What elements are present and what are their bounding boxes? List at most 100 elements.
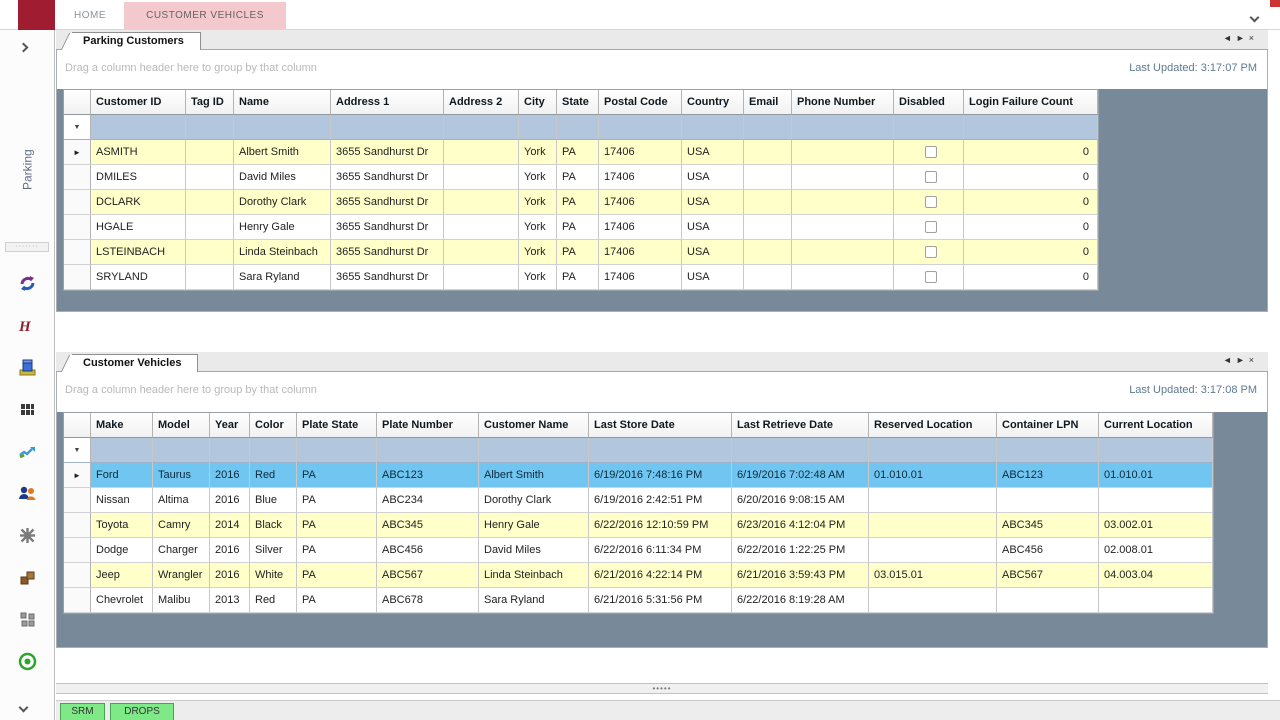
- grid-cell-container-lpn[interactable]: [997, 588, 1099, 613]
- column-header-address-1[interactable]: Address 1: [331, 90, 444, 115]
- grid-cell-country[interactable]: USA: [682, 165, 744, 190]
- grid-cell-tag-id[interactable]: [186, 265, 234, 290]
- disabled-checkbox[interactable]: [925, 271, 937, 283]
- column-header-email[interactable]: Email: [744, 90, 792, 115]
- filter-cell-tag-id[interactable]: [186, 115, 234, 140]
- grid-cell-state[interactable]: PA: [557, 190, 599, 215]
- grid-cell-last-store-date[interactable]: 6/21/2016 5:31:56 PM: [589, 588, 732, 613]
- grid-cell-address-1[interactable]: 3655 Sandhurst Dr: [331, 240, 444, 265]
- grid-cell-email[interactable]: [744, 215, 792, 240]
- grid-cell-email[interactable]: [744, 165, 792, 190]
- grid-cell-city[interactable]: York: [519, 265, 557, 290]
- grid-cell-plate-state[interactable]: PA: [297, 463, 377, 488]
- column-header-model[interactable]: Model: [153, 413, 210, 438]
- next-icon[interactable]: ►: [1236, 355, 1249, 365]
- grid-cell-name[interactable]: Albert Smith: [234, 140, 331, 165]
- sidebar-title[interactable]: Parking: [0, 110, 55, 230]
- grid-cell-container-lpn[interactable]: ABC345: [997, 513, 1099, 538]
- hotel-icon[interactable]: H: [0, 304, 55, 346]
- grid-cell-container-lpn[interactable]: [997, 488, 1099, 513]
- grid-cell-postal-code[interactable]: 17406: [599, 165, 682, 190]
- grid-cell-plate-number[interactable]: ABC567: [377, 563, 479, 588]
- gear-icon[interactable]: [0, 514, 55, 556]
- grid-cell-make[interactable]: Dodge: [91, 538, 153, 563]
- grid-cell-tag-id[interactable]: [186, 165, 234, 190]
- grid-cell-last-retrieve-date[interactable]: 6/21/2016 3:59:43 PM: [732, 563, 869, 588]
- grid-cell-address-2[interactable]: [444, 215, 519, 240]
- disabled-checkbox[interactable]: [925, 246, 937, 258]
- grid-cell-city[interactable]: York: [519, 240, 557, 265]
- column-header-city[interactable]: City: [519, 90, 557, 115]
- grid-cell-model[interactable]: Malibu: [153, 588, 210, 613]
- grid-cell-tag-id[interactable]: [186, 240, 234, 265]
- grid-cell-email[interactable]: [744, 190, 792, 215]
- table-row[interactable]: SRYLANDSara Ryland3655 Sandhurst DrYorkP…: [64, 265, 1098, 290]
- filter-cell-customer-name[interactable]: [479, 438, 589, 463]
- grid-cell-disabled[interactable]: [894, 240, 964, 265]
- grid-cell-address-2[interactable]: [444, 190, 519, 215]
- grid-cell-customer-name[interactable]: Albert Smith: [479, 463, 589, 488]
- horizontal-splitter[interactable]: •••••: [56, 683, 1268, 694]
- tab-parking-customers[interactable]: Parking Customers: [72, 32, 201, 50]
- table-row[interactable]: NissanAltima2016BluePAABC234Dorothy Clar…: [64, 488, 1213, 513]
- filter-cell-plate-state[interactable]: [297, 438, 377, 463]
- filter-cell-year[interactable]: [210, 438, 250, 463]
- sidebar-group-handle[interactable]: ·······: [5, 242, 49, 252]
- grid-cell-address-1[interactable]: 3655 Sandhurst Dr: [331, 140, 444, 165]
- grid-cell-address-1[interactable]: 3655 Sandhurst Dr: [331, 265, 444, 290]
- grid-cell-last-retrieve-date[interactable]: 6/22/2016 1:22:25 PM: [732, 538, 869, 563]
- grid-cell-city[interactable]: York: [519, 215, 557, 240]
- table-row[interactable]: ToyotaCamry2014BlackPAABC345Henry Gale6/…: [64, 513, 1213, 538]
- grid-cell-make[interactable]: Toyota: [91, 513, 153, 538]
- grid-cell-postal-code[interactable]: 17406: [599, 265, 682, 290]
- tab-home[interactable]: HOME: [56, 2, 124, 29]
- row-indicator[interactable]: [64, 488, 91, 513]
- trend-arrows-icon[interactable]: [0, 430, 55, 472]
- table-row[interactable]: LSTEINBACHLinda Steinbach3655 Sandhurst …: [64, 240, 1098, 265]
- grid-cell-postal-code[interactable]: 17406: [599, 215, 682, 240]
- grid-cell-last-retrieve-date[interactable]: 6/22/2016 8:19:28 AM: [732, 588, 869, 613]
- grid-cell-disabled[interactable]: [894, 165, 964, 190]
- grid-cell-reserved-location[interactable]: [869, 488, 997, 513]
- grid-cell-customer-id[interactable]: HGALE: [91, 215, 186, 240]
- grid-cell-tag-id[interactable]: [186, 190, 234, 215]
- grid-cell-state[interactable]: PA: [557, 140, 599, 165]
- grid-cell-model[interactable]: Camry: [153, 513, 210, 538]
- row-indicator[interactable]: [64, 563, 91, 588]
- tab-customer-vehicles[interactable]: CUSTOMER VEHICLES: [124, 2, 286, 29]
- grid-cell-make[interactable]: Ford: [91, 463, 153, 488]
- grid-cell-disabled[interactable]: [894, 140, 964, 165]
- grid-cell-name[interactable]: Dorothy Clark: [234, 190, 331, 215]
- filter-cell-phone-number[interactable]: [792, 115, 894, 140]
- grid-cell-phone-number[interactable]: [792, 190, 894, 215]
- filter-icon[interactable]: ▼: [64, 115, 91, 140]
- grid-cell-plate-state[interactable]: PA: [297, 563, 377, 588]
- tab-srm[interactable]: SRM: [60, 703, 105, 720]
- grid-cell-email[interactable]: [744, 265, 792, 290]
- grid-cell-country[interactable]: USA: [682, 265, 744, 290]
- grid-cell-login-failure-count[interactable]: 0: [964, 240, 1098, 265]
- grid-cell-color[interactable]: Red: [250, 463, 297, 488]
- users-icon[interactable]: [0, 472, 55, 514]
- grid-cell-disabled[interactable]: [894, 215, 964, 240]
- grid-cell-country[interactable]: USA: [682, 240, 744, 265]
- grid-cell-plate-state[interactable]: PA: [297, 538, 377, 563]
- grid-cell-city[interactable]: York: [519, 165, 557, 190]
- grid-cell-country[interactable]: USA: [682, 140, 744, 165]
- grid-cell-year[interactable]: 2016: [210, 563, 250, 588]
- grid-cell-phone-number[interactable]: [792, 265, 894, 290]
- filter-cell-country[interactable]: [682, 115, 744, 140]
- grid-cell-name[interactable]: David Miles: [234, 165, 331, 190]
- box-icon[interactable]: [0, 346, 55, 388]
- filter-cell-last-retrieve-date[interactable]: [732, 438, 869, 463]
- column-header-color[interactable]: Color: [250, 413, 297, 438]
- column-header-container-lpn[interactable]: Container LPN: [997, 413, 1099, 438]
- tab-customer-vehicles-grid[interactable]: Customer Vehicles: [72, 354, 198, 372]
- grid-cell-model[interactable]: Charger: [153, 538, 210, 563]
- packages-icon[interactable]: [0, 556, 55, 598]
- grid-cell-plate-number[interactable]: ABC678: [377, 588, 479, 613]
- grid-cell-customer-name[interactable]: Henry Gale: [479, 513, 589, 538]
- filter-cell-address-1[interactable]: [331, 115, 444, 140]
- grid-cell-city[interactable]: York: [519, 190, 557, 215]
- grid-cell-disabled[interactable]: [894, 190, 964, 215]
